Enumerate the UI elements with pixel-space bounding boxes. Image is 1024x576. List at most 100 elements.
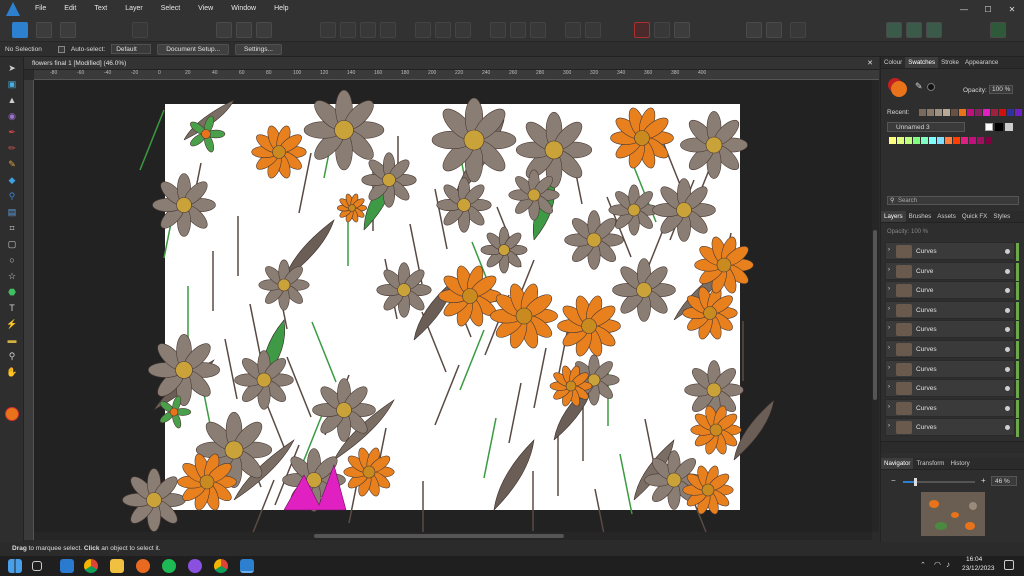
- expand-icon[interactable]: ›: [888, 247, 890, 253]
- vscode-icon[interactable]: [60, 559, 74, 573]
- recent-swatch[interactable]: [1015, 109, 1022, 116]
- palette-swatch-gray[interactable]: [1005, 123, 1013, 131]
- wifi-icon[interactable]: ◠: [934, 560, 941, 569]
- arrange-icon[interactable]: [320, 22, 336, 38]
- recent-swatch[interactable]: [975, 109, 982, 116]
- text-tool-icon[interactable]: T: [5, 301, 19, 315]
- affinity-designer-icon[interactable]: [240, 559, 254, 573]
- tab-navigator[interactable]: Navigator: [881, 458, 914, 469]
- visibility-icon[interactable]: [1005, 268, 1010, 274]
- palette-swatch[interactable]: [953, 137, 960, 144]
- minimize-button[interactable]: —: [952, 5, 976, 14]
- boolean-icon[interactable]: [585, 22, 601, 38]
- tab-brushes[interactable]: Brushes: [906, 211, 935, 222]
- view-mode-icon[interactable]: [766, 22, 782, 38]
- node-tool-icon[interactable]: ▲: [5, 93, 19, 107]
- close-button[interactable]: ✕: [1000, 5, 1024, 14]
- windows-start-icon[interactable]: [8, 559, 22, 573]
- messenger-icon[interactable]: [188, 559, 202, 573]
- visibility-icon[interactable]: [1005, 307, 1010, 313]
- palette-swatch[interactable]: [929, 137, 936, 144]
- horizontal-ruler[interactable]: -80 -60 -40 -20 0 20 40 60 80 100 120 140 160 180 200 2…: [34, 70, 879, 80]
- zoom-slider-handle[interactable]: [914, 478, 917, 486]
- recent-swatch[interactable]: [967, 109, 974, 116]
- tab-history[interactable]: History: [947, 458, 972, 469]
- corner-tool-icon[interactable]: ◉: [5, 109, 19, 123]
- account-icon[interactable]: [990, 22, 1006, 38]
- expand-icon[interactable]: ›: [888, 267, 890, 273]
- tab-assets[interactable]: Assets: [934, 211, 959, 222]
- menu-text[interactable]: Text: [85, 0, 116, 18]
- expand-icon[interactable]: ›: [888, 384, 890, 390]
- layer-row[interactable]: › Curves: [885, 340, 1019, 359]
- layer-row[interactable]: › Curves: [885, 359, 1019, 379]
- file-explorer-icon[interactable]: [110, 559, 124, 573]
- align-icon[interactable]: [236, 22, 252, 38]
- expand-icon[interactable]: ›: [888, 345, 890, 351]
- expand-icon[interactable]: ›: [888, 325, 890, 331]
- transform-icon[interactable]: [216, 22, 232, 38]
- vertical-scrollbar[interactable]: [872, 80, 879, 532]
- layers-opacity-value[interactable]: 100 %: [911, 229, 928, 235]
- transparency-tool-icon[interactable]: ⚲: [5, 189, 19, 203]
- auto-select-dropdown[interactable]: Default: [111, 44, 152, 54]
- designer-persona-icon[interactable]: [12, 22, 28, 38]
- tab-swatches[interactable]: Swatches: [905, 57, 939, 68]
- move-tool-icon[interactable]: ➤: [5, 61, 19, 75]
- menu-edit[interactable]: Edit: [55, 0, 85, 18]
- spotify-icon[interactable]: [162, 559, 176, 573]
- persona-studio3-icon[interactable]: [926, 22, 942, 38]
- canvas[interactable]: [34, 80, 872, 532]
- menu-window[interactable]: Window: [222, 0, 265, 18]
- pixel-persona-icon[interactable]: [36, 22, 52, 38]
- document-tab[interactable]: flowers final 1 [Modified] (46.0%) ✕: [24, 57, 879, 70]
- visibility-icon[interactable]: [1005, 405, 1010, 411]
- palette-swatch[interactable]: [977, 137, 984, 144]
- expand-icon[interactable]: ›: [888, 286, 890, 292]
- visibility-icon[interactable]: [1005, 249, 1010, 254]
- visibility-icon[interactable]: [1005, 327, 1010, 333]
- visibility-icon[interactable]: [1005, 347, 1010, 352]
- expand-icon[interactable]: ›: [888, 404, 890, 410]
- snapping-options-icon[interactable]: [654, 22, 670, 38]
- visibility-icon[interactable]: [1005, 366, 1010, 372]
- arrange-back-icon[interactable]: [340, 22, 356, 38]
- menu-view[interactable]: View: [189, 0, 222, 18]
- artboard-tool-icon[interactable]: ▣: [5, 77, 19, 91]
- shape-tool-icon[interactable]: ⬣: [5, 285, 19, 299]
- zoom-value[interactable]: 46 %: [991, 476, 1017, 486]
- recent-swatch[interactable]: [999, 109, 1006, 116]
- assistant-icon[interactable]: [746, 22, 762, 38]
- geometry-icon[interactable]: [565, 22, 581, 38]
- tray-chevron-icon[interactable]: ⌃: [920, 561, 926, 569]
- chrome-icon-2[interactable]: [214, 559, 228, 573]
- task-view-icon[interactable]: [32, 561, 42, 571]
- palette-swatch[interactable]: [945, 137, 952, 144]
- snapping-icon[interactable]: [634, 22, 650, 38]
- snap-icon[interactable]: [256, 22, 272, 38]
- recent-swatch[interactable]: [983, 109, 990, 116]
- recent-swatch[interactable]: [1007, 109, 1014, 116]
- tab-transform[interactable]: Transform: [913, 458, 947, 469]
- ruler-tool-icon[interactable]: ▬: [5, 333, 19, 347]
- zoom-tool-icon[interactable]: ⚲: [5, 349, 19, 363]
- menu-layer[interactable]: Layer: [116, 0, 152, 18]
- palette-swatch-black[interactable]: [995, 123, 1003, 131]
- view-options-icon[interactable]: [790, 22, 806, 38]
- recent-swatch[interactable]: [927, 109, 934, 116]
- align-center-icon[interactable]: [435, 22, 451, 38]
- firefox-icon[interactable]: [136, 559, 150, 573]
- export-persona-icon[interactable]: [60, 22, 76, 38]
- recent-swatch[interactable]: [919, 109, 926, 116]
- fill-color-swatch[interactable]: [5, 407, 19, 421]
- expand-icon[interactable]: ›: [888, 365, 890, 371]
- tab-styles[interactable]: Styles: [990, 211, 1013, 222]
- flower-artwork[interactable]: [34, 80, 872, 532]
- eyedropper-icon[interactable]: ✎: [915, 81, 923, 92]
- app-logo-icon[interactable]: [6, 2, 20, 16]
- visibility-icon[interactable]: [1005, 425, 1010, 431]
- notification-icon[interactable]: [1004, 560, 1014, 570]
- search-field[interactable]: ⚲ Search: [887, 196, 1019, 205]
- layer-row[interactable]: › Curves: [885, 320, 1019, 340]
- clock-date[interactable]: 23/12/2023: [962, 565, 995, 572]
